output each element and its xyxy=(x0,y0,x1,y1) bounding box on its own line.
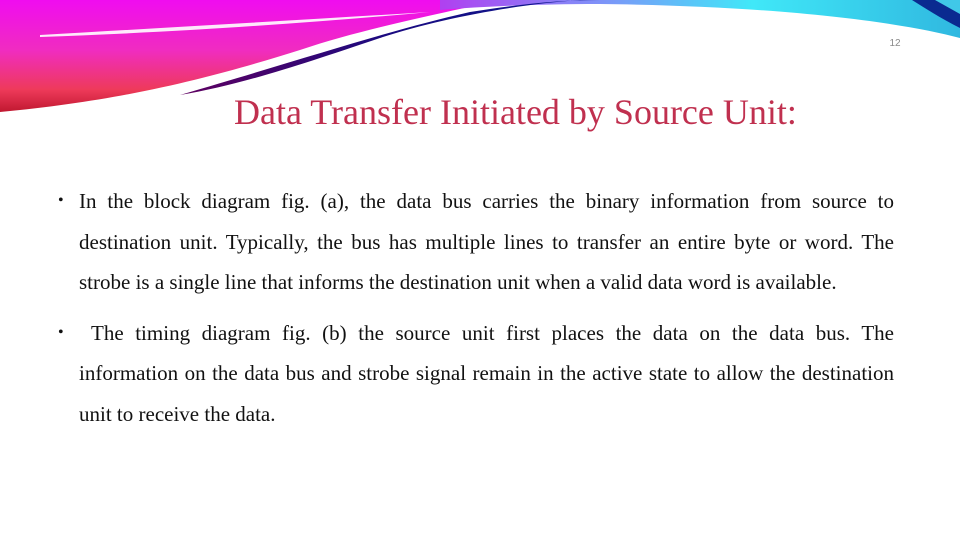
bullet-marker: • xyxy=(58,323,64,341)
slide-number: 12 xyxy=(889,38,901,49)
bullet-item: • The timing diagram fig. (b) the source… xyxy=(58,313,894,435)
slide-body: • In the block diagram fig. (a), the dat… xyxy=(58,181,894,434)
slide-title: Data Transfer Initiated by Source Unit: xyxy=(234,92,797,132)
bullet-item: • In the block diagram fig. (a), the dat… xyxy=(58,181,894,303)
bullet-text: The timing diagram fig. (b) the source u… xyxy=(79,320,894,426)
bullet-marker: • xyxy=(58,192,64,209)
bullet-text: In the block diagram fig. (a), the data … xyxy=(79,189,894,294)
